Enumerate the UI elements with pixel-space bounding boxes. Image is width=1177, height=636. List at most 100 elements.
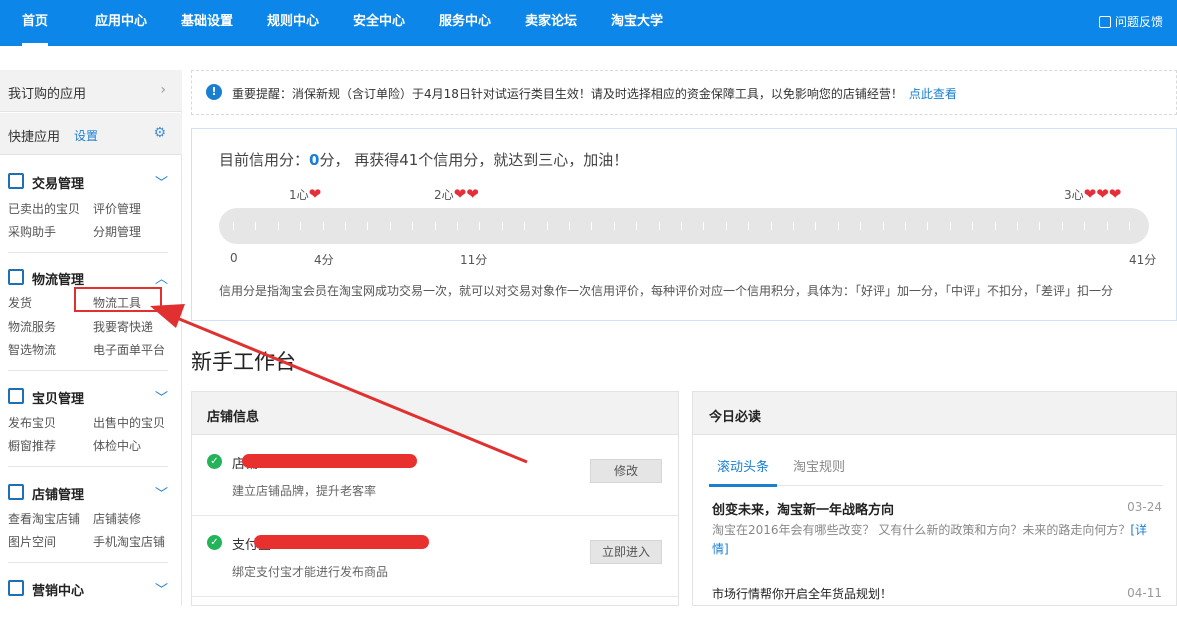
track-tick	[479, 222, 481, 230]
track-tick	[389, 222, 391, 230]
link-purchase-assistant[interactable]: 采购助手	[8, 223, 56, 240]
link-smart-logistics[interactable]: 智选物流	[8, 341, 56, 358]
workbench-title: 新手工作台	[191, 350, 296, 374]
link-installment-management[interactable]: 分期管理	[93, 223, 141, 240]
alipay-subtitle: 绑定支付宝才能进行发布商品	[232, 565, 389, 579]
modify-button[interactable]: 修改	[590, 459, 662, 483]
tab-headlines[interactable]: 滚动头条	[708, 456, 778, 487]
track-tick	[703, 222, 705, 230]
credit-progress-track	[219, 208, 1149, 244]
link-logistics-service[interactable]: 物流服务	[8, 318, 56, 335]
feedback-link[interactable]: 问题反馈	[1098, 0, 1163, 46]
quick-apps-row: 快捷应用 设置 ⚙	[0, 113, 182, 155]
scale-label: 41分	[1129, 253, 1157, 267]
level-label: 3心	[1064, 188, 1084, 202]
track-tick	[1061, 222, 1063, 230]
level-label: 2心	[434, 188, 454, 202]
redaction-mark	[254, 535, 429, 549]
quick-apps-settings-link[interactable]: 设置	[74, 127, 98, 144]
link-window-recommend[interactable]: 橱窗推荐	[8, 437, 56, 454]
track-tick	[367, 222, 369, 230]
subscribed-apps-label: 我订购的应用	[8, 87, 87, 102]
scale-label: 4分	[314, 253, 334, 267]
edit-icon	[1098, 16, 1111, 28]
heart-icon: ❤	[308, 185, 322, 203]
nav-basic-settings[interactable]: 基础设置	[181, 0, 233, 46]
chevron-down-icon[interactable]: ﹀	[155, 172, 168, 191]
document-icon	[8, 173, 24, 189]
divider	[8, 562, 168, 563]
chevron-up-icon[interactable]: ︿	[155, 268, 168, 287]
highlight-box	[74, 287, 162, 312]
track-tick	[591, 222, 593, 230]
nav-home[interactable]: 首页	[22, 0, 49, 46]
credit-title-suffix: 分， 再获得41个信用分，就达到三心，加油！	[319, 151, 629, 169]
track-tick	[255, 222, 257, 230]
track-tick	[860, 222, 862, 230]
nav-app-center[interactable]: 应用中心	[95, 0, 147, 46]
news-desc-text: 淘宝在2016年会有哪些改变？ 又有什么新的政策和方向？未来的路走向何方？	[712, 523, 1131, 537]
notice-text: 重要提醒：消保新规（含订单险）于4月18日针对试运行类目生效！请及时选择相应的资…	[232, 85, 957, 102]
track-tick	[1017, 222, 1018, 230]
chevron-down-icon[interactable]: ﹀	[155, 579, 168, 598]
link-sold-items[interactable]: 已卖出的宝贝	[8, 200, 80, 217]
news-date: 04-11	[1127, 586, 1162, 600]
news-title[interactable]: 创变未来，淘宝新一年战略方向	[712, 499, 894, 518]
nav-seller-forum[interactable]: 卖家论坛	[525, 0, 577, 46]
track-tick	[1106, 222, 1108, 230]
level-2-heart: 2心❤❤	[434, 185, 479, 203]
notice-link[interactable]: 点此查看	[909, 87, 957, 101]
nav-service-center[interactable]: 服务中心	[439, 0, 491, 46]
link-e-waybill-platform[interactable]: 电子面单平台	[93, 341, 165, 358]
link-send-express[interactable]: 我要寄快递	[93, 318, 153, 335]
track-tick	[972, 222, 974, 230]
link-ship[interactable]: 发货	[8, 294, 32, 311]
link-mobile-store[interactable]: 手机淘宝店铺	[93, 533, 165, 550]
credit-title-prefix: 目前信用分：	[219, 151, 310, 169]
link-store-decoration[interactable]: 店铺装修	[93, 510, 141, 527]
track-tick	[658, 222, 660, 230]
subscribed-apps-row[interactable]: 我订购的应用 ›	[0, 70, 182, 112]
credit-panel: 目前信用分：0分， 再获得41个信用分，就达到三心，加油！ 1心❤ 2心❤❤ 3…	[191, 128, 1177, 321]
track-tick	[277, 222, 279, 230]
group-title: 营销中心	[32, 584, 85, 599]
track-tick	[434, 222, 436, 230]
link-view-store[interactable]: 查看淘宝店铺	[8, 510, 80, 527]
credit-score: 0	[309, 151, 320, 169]
track-tick	[233, 222, 234, 230]
redaction-mark	[242, 454, 417, 468]
track-tick	[927, 222, 929, 230]
today-reading-panel: 今日必读 滚动头条 淘宝规则 创变未来，淘宝新一年战略方向 03-24 淘宝在2…	[692, 391, 1177, 606]
heart-icon: ❤❤❤	[1083, 185, 1122, 203]
notice-message: 重要提醒：消保新规（含订单险）于4月18日针对试运行类目生效！请及时选择相应的资…	[232, 87, 903, 101]
chevron-down-icon[interactable]: ﹀	[155, 483, 168, 502]
news-title[interactable]: 市场行情帮你开启全年货品规划！	[712, 585, 892, 602]
track-tick	[300, 222, 302, 230]
link-review-management[interactable]: 评价管理	[93, 200, 141, 217]
track-tick	[457, 222, 458, 230]
enter-now-button[interactable]: 立即进入	[590, 540, 662, 564]
link-health-check[interactable]: 体检中心	[93, 437, 141, 454]
link-items-on-sale[interactable]: 出售中的宝贝	[93, 414, 165, 431]
track-tick	[681, 222, 682, 230]
track-tick	[546, 222, 548, 230]
track-tick	[501, 222, 503, 230]
store-info-panel: 店铺信息 ✓ 店铺 建立店铺品牌，提升老客率 修改 ✓ 支付宝 绑定支付宝才能进…	[191, 391, 679, 606]
nav-security-center[interactable]: 安全中心	[353, 0, 405, 46]
divider	[8, 466, 168, 467]
track-tick	[793, 222, 794, 230]
track-tick	[837, 222, 839, 230]
nav-taobao-university[interactable]: 淘宝大学	[611, 0, 663, 46]
tab-taobao-rules[interactable]: 淘宝规则	[793, 456, 845, 486]
link-image-space[interactable]: 图片空间	[8, 533, 56, 550]
divider	[8, 370, 168, 371]
today-tabs: 滚动头条 淘宝规则	[708, 456, 1163, 487]
nav-rules-center[interactable]: 规则中心	[267, 0, 319, 46]
store-info-header: 店铺信息	[192, 392, 678, 435]
shirt-icon	[8, 388, 24, 404]
group-title: 物流管理	[32, 273, 85, 288]
gear-icon[interactable]: ⚙	[153, 125, 166, 141]
chevron-down-icon[interactable]: ﹀	[155, 387, 168, 406]
link-publish-item[interactable]: 发布宝贝	[8, 414, 56, 431]
divider	[8, 252, 168, 253]
